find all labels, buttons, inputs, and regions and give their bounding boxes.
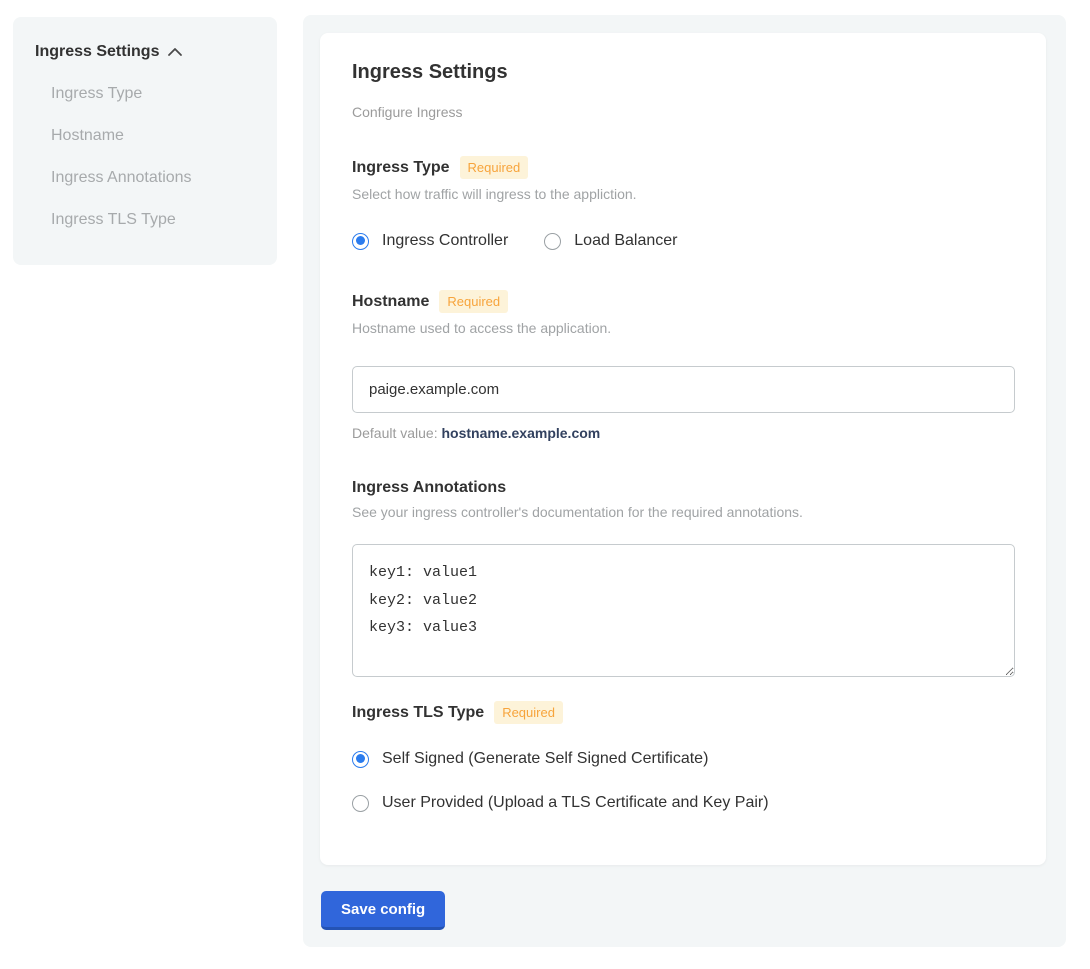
group-ingress-type: Ingress Type Required Select how traffic… — [352, 156, 1015, 250]
group-hostname: Hostname Required Hostname used to acces… — [352, 290, 1015, 441]
tls-radio-group: Self Signed (Generate Self Signed Certif… — [352, 750, 1015, 812]
save-config-button[interactable]: Save config — [321, 891, 445, 930]
radio-self-signed-label: Self Signed (Generate Self Signed Certif… — [382, 750, 708, 768]
sidebar-item-ingress-annotations[interactable]: Ingress Annotations — [51, 169, 255, 187]
sidebar-group-ingress-settings[interactable]: Ingress Settings — [35, 43, 255, 61]
group-hostname-heading: Hostname — [352, 293, 429, 311]
ingress-annotations-textarea[interactable]: key1: value1 key2: value2 key3: value3 — [352, 544, 1015, 677]
radio-ingress-controller-label: Ingress Controller — [382, 232, 508, 250]
radio-user-provided-label: User Provided (Upload a TLS Certificate … — [382, 794, 769, 812]
radio-user-provided-circle[interactable] — [352, 795, 369, 812]
page-title: Ingress Settings — [352, 61, 1015, 84]
config-card: Ingress Settings Configure Ingress Ingre… — [320, 33, 1046, 865]
sidebar-item-hostname[interactable]: Hostname — [51, 127, 255, 145]
group-ingress-tls-type: Ingress TLS Type Required Self Signed (G… — [352, 701, 1015, 812]
radio-load-balancer-label: Load Balancer — [574, 232, 677, 250]
sidebar-item-list: Ingress Type Hostname Ingress Annotation… — [51, 85, 255, 229]
radio-load-balancer-circle[interactable] — [544, 233, 561, 250]
sidebar-group-label: Ingress Settings — [35, 43, 159, 61]
group-ingress-annotations-help: See your ingress controller's documentat… — [352, 504, 1015, 520]
sidebar-item-ingress-type[interactable]: Ingress Type — [51, 85, 255, 103]
required-badge: Required — [494, 701, 563, 724]
sidebar-item-ingress-tls-type[interactable]: Ingress TLS Type — [51, 211, 255, 229]
radio-load-balancer[interactable]: Load Balancer — [544, 232, 677, 250]
group-ingress-annotations: Ingress Annotations See your ingress con… — [352, 479, 1015, 677]
hostname-default-value: hostname.example.com — [442, 425, 601, 441]
radio-self-signed[interactable]: Self Signed (Generate Self Signed Certif… — [352, 750, 1015, 768]
chevron-up-icon — [167, 47, 183, 57]
config-nav-sidebar: Ingress Settings Ingress Type Hostname I… — [13, 17, 277, 265]
hostname-input[interactable] — [352, 366, 1015, 413]
hostname-default-line: Default value: hostname.example.com — [352, 425, 1015, 441]
radio-user-provided[interactable]: User Provided (Upload a TLS Certificate … — [352, 794, 1015, 812]
group-hostname-help: Hostname used to access the application. — [352, 320, 1015, 336]
radio-self-signed-circle[interactable] — [352, 751, 369, 768]
radio-ingress-controller-circle[interactable] — [352, 233, 369, 250]
group-ingress-tls-type-heading: Ingress TLS Type — [352, 704, 484, 722]
group-ingress-type-heading: Ingress Type — [352, 159, 450, 177]
required-badge: Required — [439, 290, 508, 313]
ingress-type-radio-group: Ingress Controller Load Balancer — [352, 232, 1015, 250]
config-main-panel: Ingress Settings Configure Ingress Ingre… — [303, 15, 1066, 947]
group-ingress-type-help: Select how traffic will ingress to the a… — [352, 186, 1015, 202]
page-subtitle: Configure Ingress — [352, 104, 1015, 120]
hostname-default-prefix: Default value: — [352, 425, 442, 441]
radio-ingress-controller[interactable]: Ingress Controller — [352, 232, 508, 250]
group-ingress-annotations-heading: Ingress Annotations — [352, 479, 506, 497]
required-badge: Required — [460, 156, 529, 179]
